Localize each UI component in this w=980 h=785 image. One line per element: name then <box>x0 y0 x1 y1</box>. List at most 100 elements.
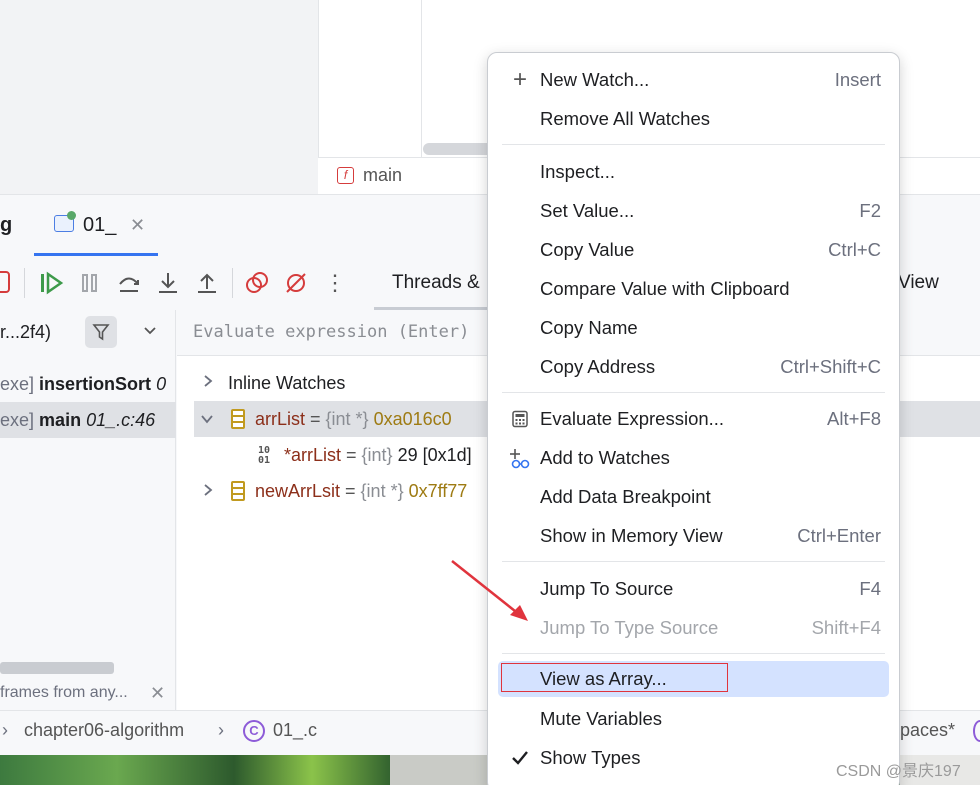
annotation-arrow <box>451 560 528 621</box>
chevron-right-icon[interactable] <box>202 374 214 392</box>
evaluate-expression-input[interactable]: Evaluate expression (Enter) <box>193 322 469 342</box>
tab-memory-view-label[interactable]: View <box>898 272 939 294</box>
menu-item-evaluate-expression[interactable]: Evaluate Expression... Alt+F8 <box>498 401 889 437</box>
menu-item-shortcut: Shift+F4 <box>811 617 881 638</box>
frame-function: insertionSort <box>39 374 152 394</box>
resume-icon[interactable] <box>38 270 64 296</box>
menu-separator <box>502 653 885 654</box>
menu-item-shortcut: Ctrl+Enter <box>797 525 881 546</box>
stack-frame-row[interactable]: exe] main 01_.c:46 <box>0 402 176 438</box>
variable-type: {int} <box>361 445 393 465</box>
menu-item-label: Remove All Watches <box>540 108 710 129</box>
variable-stack-icon <box>231 481 245 501</box>
menu-item-label: Mute Variables <box>540 708 663 729</box>
menu-item-set-value[interactable]: Set Value... F2 <box>498 193 889 229</box>
menu-item-mute-variables[interactable]: Mute Variables <box>498 701 889 737</box>
variable-row-deref-arrlist[interactable]: *arrList = {int} 29 [0x1d] <box>284 437 472 473</box>
frame-prefix: exe] <box>0 374 35 394</box>
debug-tab-partial[interactable]: g <box>0 214 12 237</box>
stack-frame-row[interactable]: exe] insertionSort 0 <box>0 366 176 402</box>
variable-value: 29 [0x1d] <box>392 445 472 465</box>
close-icon[interactable]: ✕ <box>150 683 165 704</box>
editor-breadcrumb-function[interactable]: main <box>363 165 402 186</box>
tab-threads-label[interactable]: Threads & <box>392 272 480 294</box>
stop-icon[interactable] <box>0 271 10 293</box>
menu-item-label: Evaluate Expression... <box>540 408 725 429</box>
more-options-icon[interactable]: ⋮ <box>322 270 348 296</box>
menu-item-label: Add to Watches <box>540 447 670 468</box>
menu-item-add-data-breakpoint[interactable]: Add Data Breakpoint <box>498 479 889 515</box>
variable-equals: = <box>340 481 361 501</box>
mute-breakpoints-icon[interactable] <box>283 270 309 296</box>
close-icon[interactable]: ✕ <box>130 215 145 236</box>
variable-name: newArrLsit <box>255 481 341 501</box>
watermark-text: CSDN @景庆197 <box>836 763 961 780</box>
menu-item-label: Compare Value with Clipboard <box>540 278 790 299</box>
breadcrumb-file[interactable]: 01_.c <box>273 720 317 741</box>
pause-icon[interactable] <box>77 270 103 296</box>
menu-item-shortcut: Ctrl+Shift+C <box>780 356 881 377</box>
variable-row-arrlist[interactable]: arrList = {int *} 0xa016c0 <box>255 401 452 437</box>
frame-prefix: exe] <box>0 410 35 430</box>
chevron-right-icon: › <box>218 720 224 740</box>
editor-left-pane <box>0 0 318 194</box>
annotation-highlight-box <box>501 663 728 692</box>
breadcrumb-folder[interactable]: chapter06-algorithm <box>24 720 184 741</box>
debug-tab-01-label[interactable]: 01_ <box>83 214 116 237</box>
menu-item-compare-clipboard[interactable]: Compare Value with Clipboard <box>498 271 889 307</box>
menu-item-jump-to-type-source: Jump To Type Source Shift+F4 <box>498 610 889 646</box>
menu-item-copy-value[interactable]: Copy Value Ctrl+C <box>498 232 889 268</box>
chevron-down-icon[interactable] <box>200 412 214 429</box>
menu-item-inspect[interactable]: Inspect... <box>498 154 889 190</box>
variable-stack-icon <box>231 409 245 429</box>
primitive-value-icon: 10 01 <box>258 446 270 466</box>
menu-item-label: Add Data Breakpoint <box>540 486 711 507</box>
menu-item-shortcut: Ctrl+C <box>828 239 881 260</box>
menu-item-show-memory-view[interactable]: Show in Memory View Ctrl+Enter <box>498 518 889 554</box>
editor-horizontal-scrollbar[interactable] <box>423 143 493 155</box>
menu-item-shortcut: F4 <box>859 578 881 599</box>
menu-separator <box>502 144 885 145</box>
calculator-icon <box>508 401 532 440</box>
checkmark-icon <box>508 740 532 780</box>
breadcrumb-workspace-partial[interactable]: paces* <box>900 720 955 741</box>
toolbar-divider <box>24 268 25 298</box>
menu-item-shortcut: Insert <box>834 69 881 90</box>
frames-horizontal-scrollbar[interactable] <box>0 662 114 674</box>
step-into-icon[interactable] <box>155 270 181 296</box>
variable-row-newarrlsit[interactable]: newArrLsit = {int *} 0x7ff77 <box>255 473 467 509</box>
menu-item-new-watch[interactable]: + New Watch... Insert <box>498 62 889 98</box>
frame-function: main <box>39 410 82 430</box>
menu-item-add-to-watches[interactable]: Add to Watches <box>498 440 889 476</box>
view-breakpoints-icon[interactable] <box>244 270 270 296</box>
editor-gutter-pane <box>318 0 421 157</box>
menu-item-copy-name[interactable]: Copy Name <box>498 310 889 346</box>
menu-item-show-types[interactable]: Show Types <box>498 740 889 776</box>
menu-item-jump-to-source[interactable]: Jump To Source F4 <box>498 571 889 607</box>
chevron-right-icon: › <box>2 720 8 740</box>
menu-item-label: Jump To Source <box>540 578 674 599</box>
toolbar-divider <box>232 268 233 298</box>
menu-item-copy-address[interactable]: Copy Address Ctrl+Shift+C <box>498 349 889 385</box>
variable-value: 0x7ff77 <box>403 481 468 501</box>
step-out-icon[interactable] <box>194 270 220 296</box>
inline-watches-node[interactable]: Inline Watches <box>228 365 345 401</box>
desktop-wallpaper <box>0 755 390 785</box>
menu-item-label: Copy Name <box>540 317 638 338</box>
variable-type: {int *} <box>360 481 404 501</box>
menu-item-label: Jump To Type Source <box>540 617 719 638</box>
chevron-right-icon[interactable] <box>202 483 214 501</box>
frame-location: 0 <box>156 374 167 394</box>
glasses-icon <box>508 440 532 482</box>
menu-item-label: Inspect... <box>540 161 616 182</box>
filter-icon[interactable] <box>85 316 117 348</box>
running-status-dot-icon <box>67 211 76 220</box>
menu-item-remove-all-watches[interactable]: Remove All Watches <box>498 101 889 137</box>
desktop-wallpaper-gap <box>390 755 490 785</box>
frame-location: 01_.c:46 <box>86 410 156 430</box>
chevron-down-icon[interactable] <box>142 322 158 343</box>
menu-item-label: Copy Address <box>540 356 656 377</box>
thread-selector[interactable]: r...2f4) <box>0 322 51 343</box>
menu-item-label: Show in Memory View <box>540 525 723 546</box>
step-over-icon[interactable] <box>116 270 142 296</box>
